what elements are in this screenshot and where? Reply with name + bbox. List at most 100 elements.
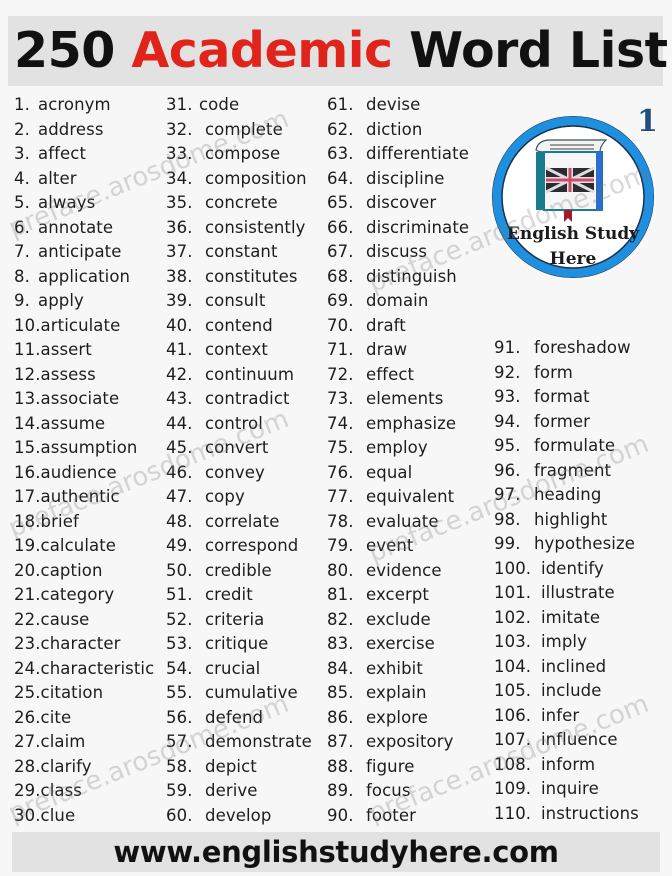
word-list-item: 46. convey: [166, 461, 312, 486]
word-list-item: 55. cumulative: [166, 681, 312, 706]
word-text: clarify: [40, 756, 92, 776]
word-text: defend: [205, 707, 264, 727]
word-number: 73.: [327, 389, 354, 408]
word-list-item: 26.cite: [14, 706, 154, 731]
word-list-item: 14.assume: [14, 412, 154, 437]
word-text: effect: [366, 364, 415, 384]
word-list-item: 21.category: [14, 583, 154, 608]
word-text: authentic: [40, 487, 120, 506]
word-list-item: 69. domain: [327, 289, 469, 314]
word-number: 49.: [166, 536, 193, 555]
word-list-item: 56. defend: [166, 706, 312, 731]
word-text: assert: [40, 340, 92, 359]
word-list-item: 4. alter: [14, 167, 154, 192]
word-text: expository: [366, 732, 454, 751]
word-column-4: 91. foreshadow 92. form 93. format 94. former 95…: [494, 336, 639, 826]
word-text: correspond: [205, 536, 299, 555]
word-text: assume: [40, 413, 106, 433]
word-list-item: 30.clue: [14, 804, 154, 829]
word-number: 11.: [14, 340, 41, 359]
word-text: influence: [541, 730, 618, 749]
word-number: 18.: [14, 511, 41, 531]
word-number: 107.: [494, 730, 532, 749]
word-number: 70.: [327, 315, 354, 335]
word-list-item: 109. inquire: [494, 777, 639, 802]
word-number: 52.: [166, 609, 193, 629]
word-list-item: 84. exhibit: [327, 657, 469, 682]
word-text: concrete: [205, 193, 278, 212]
word-text: convey: [205, 462, 265, 482]
word-number: 84.: [327, 658, 354, 678]
word-number: 98.: [494, 509, 521, 529]
word-list-item: 35. concrete: [166, 191, 312, 216]
word-list-item: 75. employ: [327, 436, 469, 461]
word-text: inform: [541, 754, 596, 774]
word-text: inquire: [541, 779, 599, 798]
word-number: 85.: [327, 683, 354, 702]
word-text: assumption: [40, 438, 138, 457]
word-number: 2.: [14, 119, 30, 139]
word-text: continuum: [205, 364, 295, 384]
word-number: 97.: [494, 485, 521, 504]
word-list-item: 88. figure: [327, 755, 469, 780]
word-number: 77.: [327, 487, 354, 506]
footer-website-link[interactable]: www.englishstudyhere.com: [0, 832, 672, 872]
word-list-item: 5. always: [14, 191, 154, 216]
word-list-item: 63. differentiate: [327, 142, 469, 167]
word-text: develop: [205, 805, 272, 825]
word-number: 20.: [14, 560, 41, 580]
word-number: 99.: [494, 534, 521, 553]
word-number: 87.: [327, 732, 354, 751]
word-text: elements: [366, 389, 444, 408]
word-list-item: 45. convert: [166, 436, 312, 461]
word-column-2: 31. code 32. complete 33. compose 34. compositi…: [166, 93, 312, 828]
word-text: category: [40, 585, 115, 604]
word-number: 16.: [14, 462, 41, 482]
word-number: 96.: [494, 460, 521, 480]
word-number: 37.: [166, 242, 193, 261]
word-text: complete: [205, 119, 283, 139]
word-number: 58.: [166, 756, 193, 776]
english-study-here-logo: English Study Here: [488, 112, 658, 282]
word-number: 90.: [327, 805, 354, 825]
word-text: critique: [205, 634, 269, 653]
word-list-item: 103. imply: [494, 630, 639, 655]
word-list-item: 107. influence: [494, 728, 639, 753]
word-text: caption: [40, 560, 103, 580]
word-list-item: 23.character: [14, 632, 154, 657]
word-list-item: 70. draft: [327, 314, 469, 339]
word-list-item: 108. inform: [494, 753, 639, 778]
word-list-item: 101. illustrate: [494, 581, 639, 606]
word-text: exhibit: [366, 658, 423, 678]
word-list-item: 37. constant: [166, 240, 312, 265]
word-text: apply: [38, 291, 84, 310]
word-list-item: 96. fragment: [494, 459, 639, 484]
word-number: 56.: [166, 707, 193, 727]
word-list-item: 42. continuum: [166, 363, 312, 388]
word-text: audience: [40, 462, 117, 482]
word-number: 45.: [166, 438, 193, 457]
word-text: contradict: [205, 389, 290, 408]
word-list-item: 10.articulate: [14, 314, 154, 339]
word-number: 7.: [14, 242, 30, 261]
word-text: composition: [205, 168, 307, 188]
word-number: 93.: [494, 387, 521, 406]
word-number: 89.: [327, 781, 354, 800]
word-number: 30.: [14, 805, 41, 825]
word-list-item: 38. constitutes: [166, 265, 312, 290]
word-number: 88.: [327, 756, 354, 776]
word-number: 102.: [494, 607, 532, 627]
word-list-item: 61. devise: [327, 93, 469, 118]
word-number: 29.: [14, 781, 41, 800]
word-list-item: 79. event: [327, 534, 469, 559]
word-number: 43.: [166, 389, 193, 408]
word-list-item: 90. footer: [327, 804, 469, 829]
word-list-item: 32. complete: [166, 118, 312, 143]
word-number: 81.: [327, 585, 354, 604]
word-text: equal: [366, 462, 413, 482]
word-number: 15.: [14, 438, 41, 457]
word-text: figure: [366, 756, 415, 776]
word-number: 44.: [166, 413, 193, 433]
word-number: 109.: [494, 779, 532, 798]
word-text: imply: [541, 632, 587, 651]
